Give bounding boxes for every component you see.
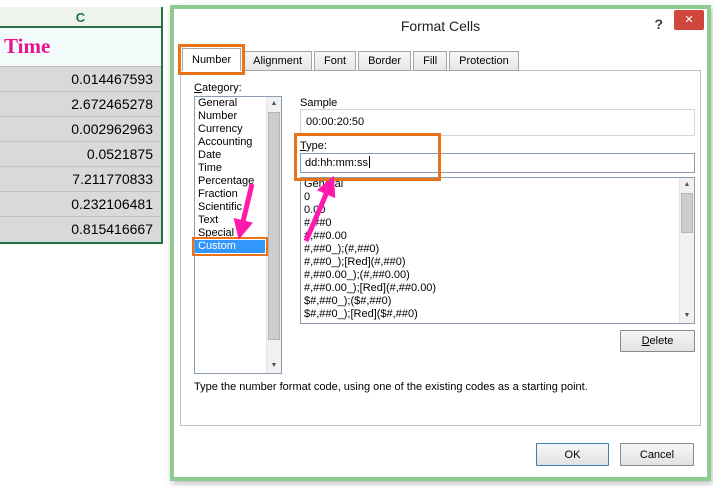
- cell-value-7[interactable]: 0.815416667: [0, 217, 161, 242]
- category-item-currency[interactable]: Currency: [195, 123, 265, 136]
- type-label: Type:: [300, 140, 327, 152]
- format-code-item[interactable]: #,##0.00_);(#,##0.00): [301, 269, 678, 282]
- help-button[interactable]: ?: [654, 16, 663, 32]
- cancel-button[interactable]: Cancel: [620, 443, 694, 466]
- format-code-item[interactable]: #,##0: [301, 217, 678, 230]
- format-code-item[interactable]: 0: [301, 191, 678, 204]
- scrollbar-thumb[interactable]: [681, 193, 693, 233]
- type-input-value: dd:hh:mm:ss: [305, 157, 368, 169]
- tab-number[interactable]: Number: [177, 44, 246, 75]
- cell-value-1[interactable]: 0.014467593: [0, 67, 161, 92]
- tab-alignment[interactable]: Alignment: [243, 51, 313, 71]
- tab-border[interactable]: Border: [358, 51, 412, 71]
- format-cells-dialog: Format Cells ? ✕ Number Alignment Font B…: [170, 5, 711, 481]
- cell-value-4[interactable]: 0.0521875: [0, 142, 161, 167]
- dialog-help-text: Type the number format code, using one o…: [194, 381, 588, 393]
- format-code-item[interactable]: #,##0.00_);[Red](#,##0.00): [301, 282, 678, 295]
- category-item-fraction[interactable]: Fraction: [195, 188, 265, 201]
- sample-label: Sample: [300, 97, 338, 109]
- format-code-item[interactable]: General: [301, 178, 678, 191]
- category-item-accounting[interactable]: Accounting: [195, 136, 265, 149]
- tab-fill[interactable]: Fill: [413, 51, 448, 71]
- category-item-custom[interactable]: Custom: [192, 237, 268, 256]
- column-header-c[interactable]: C: [0, 7, 161, 28]
- scrollbar-thumb[interactable]: [268, 112, 280, 340]
- format-code-item[interactable]: #,##0_);(#,##0): [301, 243, 678, 256]
- close-button[interactable]: ✕: [674, 10, 704, 30]
- tab-strip: Number Alignment Font Border Fill Protec…: [177, 44, 521, 75]
- format-code-list: General 0 0.00 #,##0 #,##0.00 #,##0_);(#…: [300, 177, 695, 324]
- format-code-item[interactable]: #,##0_);[Red](#,##0): [301, 256, 678, 269]
- category-item-number[interactable]: Number: [195, 110, 265, 123]
- cell-value-2[interactable]: 2.672465278: [0, 92, 161, 117]
- sample-value: 00:00:20:50: [306, 116, 365, 128]
- spreadsheet-column: C Time 0.014467593 2.672465278 0.0029629…: [0, 7, 163, 244]
- screen: C Time 0.014467593 2.672465278 0.0029629…: [0, 0, 713, 486]
- category-label: Category:: [194, 82, 242, 94]
- category-item-general[interactable]: General: [195, 97, 265, 110]
- scroll-down-icon[interactable]: ▼: [267, 359, 281, 373]
- scroll-up-icon[interactable]: ▲: [680, 178, 694, 192]
- format-code-item[interactable]: $#,##0_);[Red]($#,##0): [301, 308, 678, 321]
- cell-value-5[interactable]: 7.211770833: [0, 167, 161, 192]
- delete-button[interactable]: Delete: [620, 330, 695, 352]
- format-code-item[interactable]: 0.00: [301, 204, 678, 217]
- tab-protection[interactable]: Protection: [449, 51, 519, 71]
- sample-value-box: 00:00:20:50: [300, 109, 695, 136]
- category-list: General Number Currency Accounting Date …: [192, 96, 282, 374]
- tab-font[interactable]: Font: [314, 51, 357, 71]
- ok-button[interactable]: OK: [536, 443, 609, 466]
- category-item-date[interactable]: Date: [195, 149, 265, 162]
- close-icon: ✕: [684, 14, 694, 26]
- category-item-scientific[interactable]: Scientific: [195, 201, 265, 214]
- cell-value-3[interactable]: 0.002962963: [0, 117, 161, 142]
- cell-value-6[interactable]: 0.232106481: [0, 192, 161, 217]
- category-item-special[interactable]: Special: [195, 227, 265, 240]
- format-list-scrollbar[interactable]: ▲ ▼: [679, 178, 694, 323]
- category-item-time[interactable]: Time: [195, 162, 265, 175]
- type-input[interactable]: dd:hh:mm:ss: [300, 153, 695, 173]
- category-item-percentage[interactable]: Percentage: [195, 175, 265, 188]
- format-code-item[interactable]: $#,##0_);($#,##0): [301, 295, 678, 308]
- category-item-text[interactable]: Text: [195, 214, 265, 227]
- help-icon: ?: [654, 16, 663, 32]
- cell-time-header[interactable]: Time: [0, 28, 161, 67]
- scroll-up-icon[interactable]: ▲: [267, 97, 281, 111]
- format-code-item[interactable]: #,##0.00: [301, 230, 678, 243]
- text-caret: [368, 156, 370, 168]
- scroll-down-icon[interactable]: ▼: [680, 309, 694, 323]
- dialog-title: Format Cells: [400, 18, 481, 34]
- category-scrollbar[interactable]: ▲ ▼: [266, 97, 281, 373]
